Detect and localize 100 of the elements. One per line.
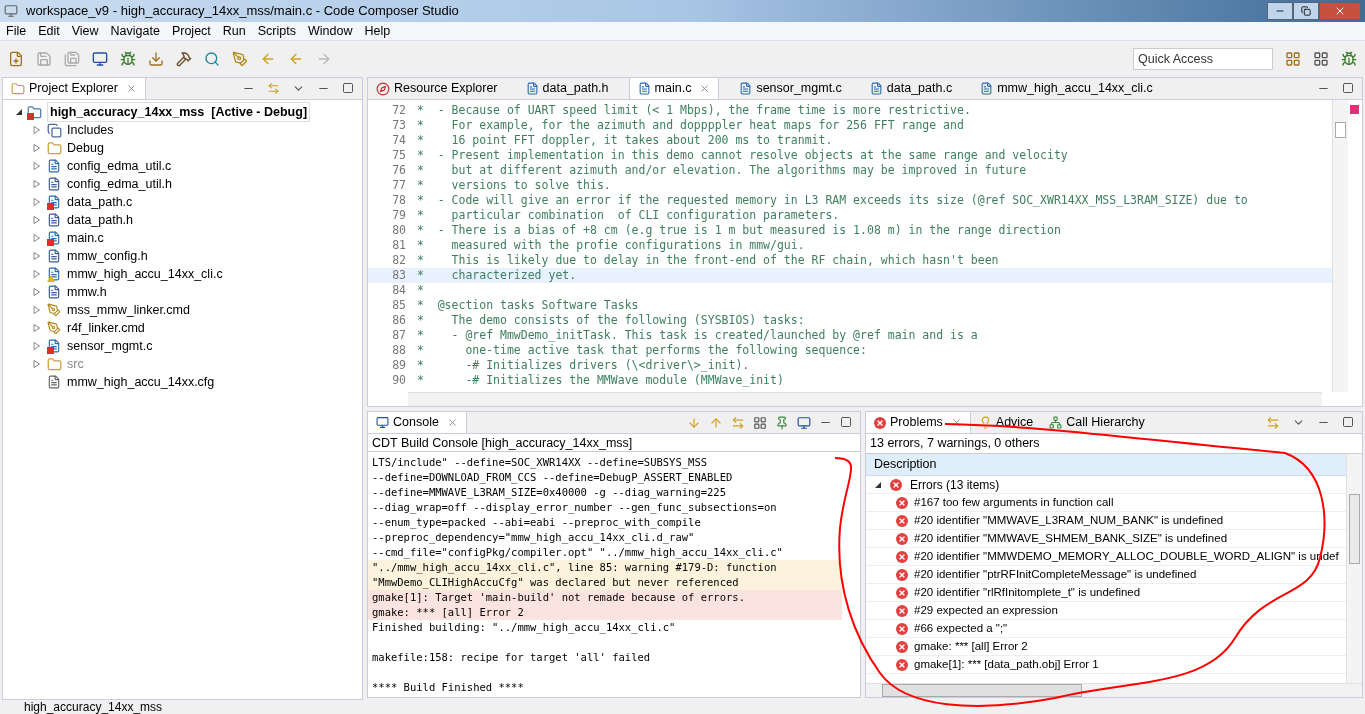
problem-item[interactable]: #20 identifier "ptrRFInitCompleteMessage" is undefined bbox=[914, 565, 1197, 584]
close-icon[interactable] bbox=[950, 417, 962, 428]
tree-item[interactable]: config_edma_util.h bbox=[67, 174, 172, 194]
expand-arrow-icon[interactable] bbox=[33, 324, 41, 332]
monitor-icon[interactable] bbox=[92, 51, 108, 67]
link-icon[interactable] bbox=[267, 82, 280, 95]
tab-label[interactable]: Console bbox=[393, 413, 439, 432]
panel-tab[interactable]: Project Explorer bbox=[3, 78, 146, 99]
monitor-icon[interactable] bbox=[797, 415, 811, 430]
tree-item[interactable]: main.c bbox=[67, 228, 104, 248]
expand-arrow-icon[interactable] bbox=[33, 216, 41, 224]
panel-tab[interactable]: Problems bbox=[866, 412, 971, 433]
swap-icon[interactable] bbox=[731, 415, 745, 430]
problem-item[interactable]: gmake: *** [all] Error 2 bbox=[914, 637, 1028, 656]
column-header[interactable]: Description bbox=[866, 454, 1346, 476]
editor-tab[interactable]: mmw_high_accu_14xx_cli.c bbox=[972, 78, 1161, 99]
tree-item[interactable]: mss_mmw_linker.cmd bbox=[67, 300, 190, 320]
arrow-left-icon[interactable] bbox=[260, 51, 276, 67]
maximize-icon[interactable] bbox=[840, 415, 852, 428]
tree-item[interactable]: Debug bbox=[67, 138, 104, 158]
save-all-icon[interactable] bbox=[64, 51, 80, 67]
maximize-icon[interactable] bbox=[342, 82, 354, 94]
perspective-icon[interactable] bbox=[1285, 51, 1301, 67]
tree-item[interactable]: mmw.h bbox=[67, 282, 107, 302]
editor-tab[interactable]: data_path.h bbox=[517, 78, 617, 99]
expand-arrow-icon[interactable] bbox=[33, 360, 41, 368]
expand-arrow-icon[interactable] bbox=[33, 144, 41, 152]
expand-arrow-icon[interactable] bbox=[33, 306, 41, 314]
maximize-button[interactable] bbox=[1293, 2, 1319, 20]
expand-arrow-icon[interactable] bbox=[33, 162, 41, 170]
vertical-scrollbar[interactable] bbox=[1346, 454, 1362, 683]
grid-icon[interactable] bbox=[753, 415, 767, 430]
tree-item[interactable]: data_path.c bbox=[67, 192, 133, 212]
menu-item[interactable]: Help bbox=[358, 21, 397, 41]
horizontal-scrollbar[interactable] bbox=[408, 392, 1322, 406]
pen-icon[interactable] bbox=[232, 51, 248, 67]
problem-item[interactable]: #66 expected a ";" bbox=[914, 619, 1008, 638]
expand-arrow-icon[interactable] bbox=[33, 234, 41, 242]
editor-tab[interactable]: Resource Explorer bbox=[368, 78, 506, 99]
editor-tab[interactable]: main.c bbox=[628, 78, 720, 99]
minimize-button[interactable] bbox=[1267, 2, 1293, 20]
menu-item[interactable]: Window bbox=[301, 21, 359, 41]
problem-item[interactable]: #29 expected an expression bbox=[914, 601, 1058, 620]
expand-arrow-icon[interactable] bbox=[33, 270, 41, 278]
expand-arrow-icon[interactable] bbox=[33, 126, 41, 134]
close-icon[interactable] bbox=[446, 417, 458, 428]
menu-item[interactable]: Run bbox=[216, 21, 252, 41]
menu-item[interactable]: File bbox=[0, 21, 33, 41]
close-icon[interactable] bbox=[699, 83, 711, 94]
tree-item[interactable]: config_edma_util.c bbox=[67, 156, 172, 176]
maximize-icon[interactable] bbox=[1342, 82, 1354, 94]
tree-item[interactable]: Includes bbox=[67, 120, 114, 140]
download-icon[interactable] bbox=[148, 51, 164, 67]
menu-item[interactable]: Navigate bbox=[104, 21, 166, 41]
editor-tab[interactable]: data_path.c bbox=[861, 78, 961, 99]
expand-arrow-icon[interactable] bbox=[33, 198, 41, 206]
panel-tab[interactable]: Console bbox=[368, 412, 467, 433]
group-label[interactable]: Errors (13 items) bbox=[910, 475, 1000, 494]
quick-access-field[interactable]: Quick Access bbox=[1133, 48, 1273, 70]
collapse-arrow-icon[interactable] bbox=[15, 108, 23, 116]
bug-icon[interactable] bbox=[120, 51, 136, 67]
grid-icon[interactable] bbox=[1313, 51, 1329, 67]
arrow-right-icon[interactable] bbox=[316, 51, 332, 67]
problem-item[interactable]: gmake[1]: *** [data_path.obj] Error 1 bbox=[914, 655, 1099, 674]
expand-arrow-icon[interactable] bbox=[33, 252, 41, 260]
editor-tab[interactable]: sensor_mgmt.c bbox=[731, 78, 850, 99]
menu-item[interactable]: Scripts bbox=[251, 21, 302, 41]
filter-icon[interactable] bbox=[1266, 415, 1280, 430]
tree-item[interactable]: mmw_high_accu_14xx_cli.c bbox=[67, 264, 223, 284]
tree-item[interactable]: mmw_high_accu_14xx.cfg bbox=[67, 372, 215, 392]
tree-item[interactable]: src bbox=[67, 354, 84, 374]
project-name[interactable]: high_accuracy_14xx_mss [Active - Debug] bbox=[47, 101, 311, 123]
tree-item[interactable]: sensor_mgmt.c bbox=[67, 336, 153, 356]
problem-item[interactable]: #20 identifier "MMWAVE_SHMEM_BANK_SIZE" is undefined bbox=[914, 529, 1228, 548]
hammer-icon[interactable] bbox=[176, 51, 192, 67]
search-icon[interactable] bbox=[204, 51, 220, 67]
expand-arrow-icon[interactable] bbox=[33, 342, 41, 350]
collapse-arrow-icon[interactable] bbox=[874, 480, 882, 489]
pin-icon[interactable] bbox=[775, 415, 789, 430]
bug-icon[interactable] bbox=[1341, 51, 1357, 67]
problem-item[interactable]: #167 too few arguments in function call bbox=[914, 493, 1114, 512]
problem-item[interactable]: #20 identifier "MMWAVE_L3RAM_NUM_BANK" is undefined bbox=[914, 511, 1224, 530]
close-icon[interactable] bbox=[125, 83, 137, 94]
tree-item[interactable]: r4f_linker.cmd bbox=[67, 318, 145, 338]
horizontal-scrollbar[interactable] bbox=[866, 683, 1362, 697]
problem-item[interactable]: #20 identifier "rlRfInitomplete_t" is undefined bbox=[914, 583, 1141, 602]
panel-tab[interactable]: Advice bbox=[970, 412, 1042, 433]
panel-tab[interactable]: Call Hierarchy bbox=[1041, 412, 1153, 433]
expand-arrow-icon[interactable] bbox=[33, 288, 41, 296]
expand-arrow-icon[interactable] bbox=[33, 180, 41, 188]
tree-item[interactable]: data_path.h bbox=[67, 210, 134, 230]
menu-item[interactable]: Project bbox=[165, 21, 217, 41]
new-file-icon[interactable] bbox=[8, 51, 24, 67]
arrow-left-icon[interactable] bbox=[288, 51, 304, 67]
menu-item[interactable]: View bbox=[65, 21, 105, 41]
tree-item[interactable]: mmw_config.h bbox=[67, 246, 148, 266]
menu-item[interactable]: Edit bbox=[32, 21, 66, 41]
maximize-icon[interactable] bbox=[1342, 415, 1354, 428]
save-icon[interactable] bbox=[36, 51, 52, 67]
vertical-scrollbar[interactable] bbox=[1332, 100, 1348, 392]
